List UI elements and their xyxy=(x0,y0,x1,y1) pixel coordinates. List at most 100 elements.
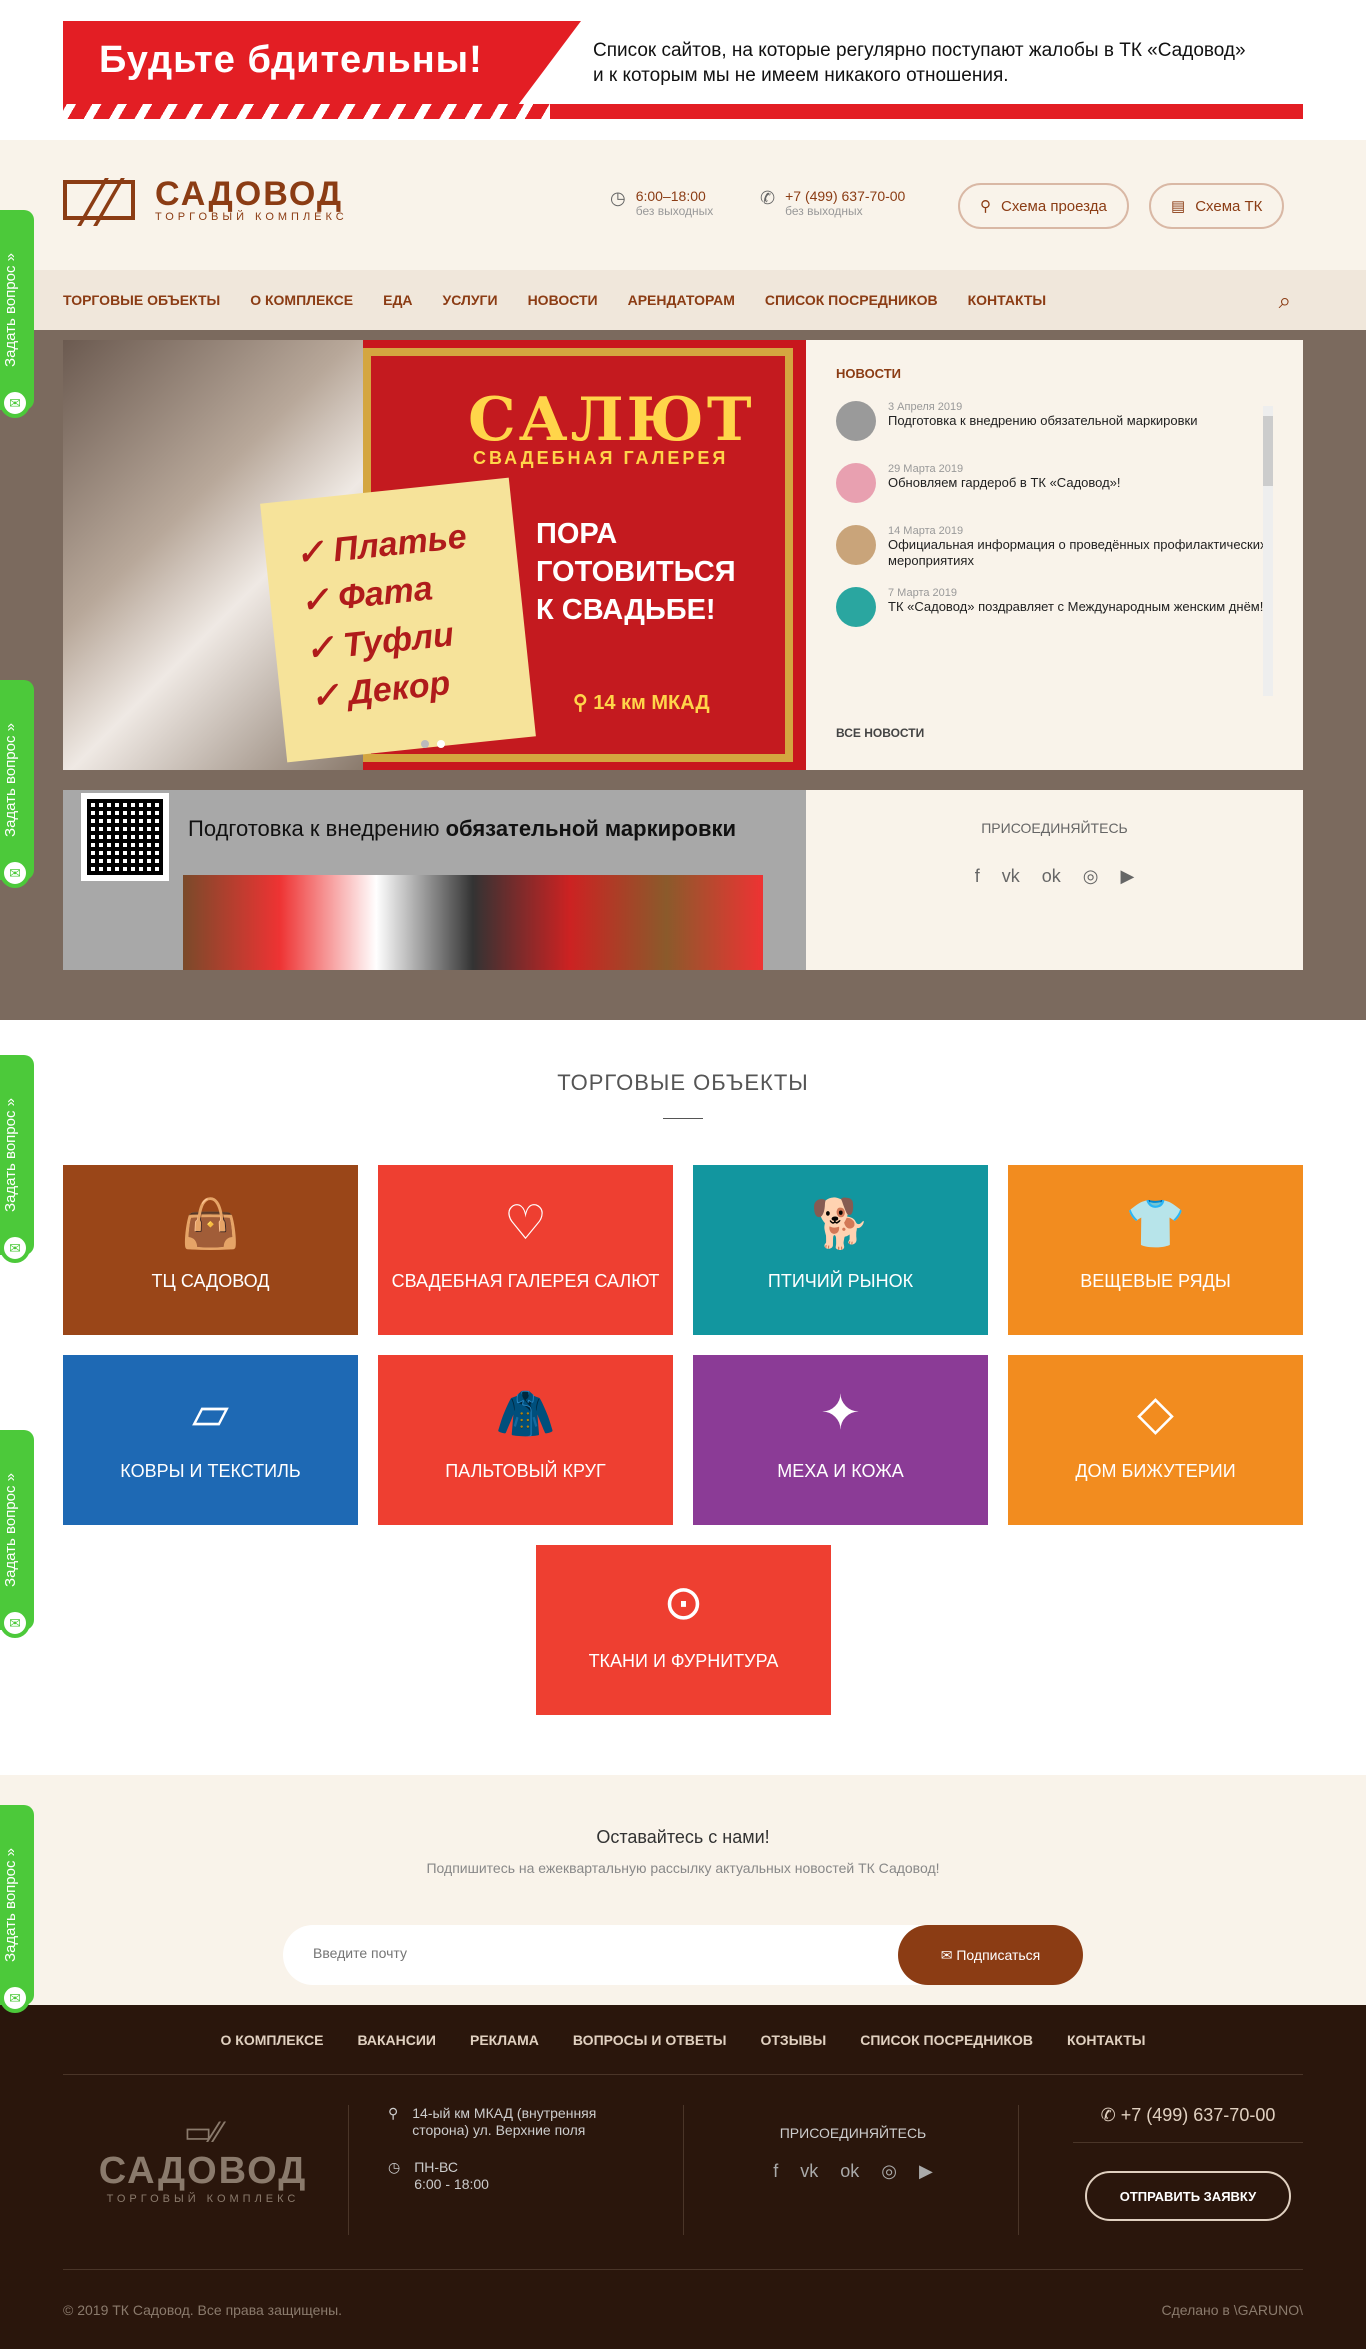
nav-item-tenants[interactable]: АРЕНДАТОРАМ xyxy=(628,292,735,308)
tile-label: ДОМ БИЖУТЕРИИ xyxy=(1075,1461,1236,1481)
ask-question-label: Задать вопрос » xyxy=(2,1473,19,1587)
news-item[interactable]: 3 Апреля 2019 Подготовка к внедрению обяз… xyxy=(836,401,1273,445)
facebook-icon[interactable]: f xyxy=(773,2161,778,2182)
tile-jewelry[interactable]: ◇ ДОМ БИЖУТЕРИИ xyxy=(1008,1355,1303,1525)
nav-item-about[interactable]: О КОМПЛЕКСЕ xyxy=(250,292,353,308)
odnoklassniki-icon[interactable]: ok xyxy=(1042,866,1061,887)
ask-question-label: Задать вопрос » xyxy=(2,1098,19,1212)
scheme-button[interactable]: ▤ Схема ТК xyxy=(1149,183,1285,229)
footer-nav-about[interactable]: О КОМПЛЕКСЕ xyxy=(221,2032,324,2048)
tile-salut[interactable]: ♡ СВАДЕБНАЯ ГАЛЕРЕЯ САЛЮТ xyxy=(378,1165,673,1335)
news-date: 14 Марта 2019 xyxy=(888,525,964,537)
envelope-icon: ✉ xyxy=(0,1233,30,1263)
news-thumbnail xyxy=(836,525,876,565)
tile-coats[interactable]: 🧥 ПАЛЬТОВЫЙ КРУГ xyxy=(378,1355,673,1525)
footer-divider xyxy=(1018,2105,1019,2235)
slider-dots xyxy=(421,740,445,748)
news-heading: НОВОСТИ xyxy=(836,366,902,381)
site-header: САДОВОД ТОРГОВЫЙ КОМПЛЕКС ◷ 6:00–18:00 бе… xyxy=(0,140,1366,270)
site-logo[interactable]: САДОВОД ТОРГОВЫЙ КОМПЛЕКС xyxy=(63,177,348,223)
vk-icon[interactable]: vk xyxy=(1002,866,1020,887)
nav-item-contacts[interactable]: КОНТАКТЫ xyxy=(968,292,1046,308)
promo-banner[interactable]: Подготовка к внедрению обязательной марк… xyxy=(63,790,806,970)
alert-text-line2: и к которым мы не имеем никакого отношен… xyxy=(593,65,1009,86)
news-thumbnail xyxy=(836,463,876,503)
tile-label: МЕХА И КОЖА xyxy=(777,1461,904,1481)
tile-fabrics[interactable]: ⊙ ТКАНИ И ФУРНИТУРА xyxy=(536,1545,831,1715)
tile-fur-leather[interactable]: ✦ МЕХА И КОЖА xyxy=(693,1355,988,1525)
slider-dot-active[interactable] xyxy=(437,740,445,748)
copyright: © 2019 ТК Садовод. Все права защищены. xyxy=(63,2301,343,2318)
promo-text-plain: Подготовка к внедрению xyxy=(188,816,446,841)
search-icon[interactable]: ⌕ xyxy=(1279,288,1291,314)
ask-question-widget[interactable]: Задать вопрос » ✉ xyxy=(0,210,34,418)
footer-logo[interactable]: ▭⁄⁄ САДОВОД ТОРГОВЫЙ КОМПЛЕКС xyxy=(93,2115,313,2245)
nav-item-food[interactable]: ЕДА xyxy=(383,292,412,308)
subscribe-button[interactable]: ✉ Подписаться xyxy=(898,1925,1083,1985)
slide-message-line: К СВАДЬБЕ! xyxy=(536,594,716,626)
tile-carpets[interactable]: ▱ КОВРЫ И ТЕКСТИЛЬ xyxy=(63,1355,358,1525)
news-item[interactable]: 29 Марта 2019 Обновляем гардероб в ТК «Са… xyxy=(836,463,1273,507)
nav-item-objects[interactable]: ТОРГОВЫЕ ОБЪЕКТЫ xyxy=(63,292,220,308)
phone-icon: ✆ xyxy=(1100,2105,1121,2125)
ask-question-widget[interactable]: Задать вопрос » ✉ xyxy=(0,1430,34,1638)
tile-bird-market[interactable]: 🐕 ПТИЧИЙ РЫНОК xyxy=(693,1165,988,1335)
footer-nav-contacts[interactable]: КОНТАКТЫ xyxy=(1067,2032,1145,2048)
footer-nav-vacancies[interactable]: ВАКАНСИИ xyxy=(357,2032,436,2048)
nav-item-news[interactable]: НОВОСТИ xyxy=(528,292,598,308)
scheme-button-label: Схема ТК xyxy=(1195,197,1263,215)
news-title[interactable]: Официальная информация о проведённых про… xyxy=(888,537,1273,569)
developer-credit[interactable]: Сделано в \GARUNO\ xyxy=(1161,2302,1303,2318)
alert-headline: Будьте бдительны! xyxy=(99,39,483,81)
footer-phone-number[interactable]: +7 (499) 637-70-00 xyxy=(1121,2105,1276,2125)
news-title[interactable]: ТК «Садовод» поздравляет с Международным… xyxy=(888,599,1263,615)
youtube-icon[interactable]: ▶ xyxy=(919,2161,933,2182)
tile-label: ПАЛЬТОВЫЙ КРУГ xyxy=(445,1461,606,1481)
footer-nav-ads[interactable]: РЕКЛАМА xyxy=(470,2032,539,2048)
footer-logo-mark-icon: ▭⁄⁄ xyxy=(183,2116,223,2149)
route-button[interactable]: ⚲ Схема проезда xyxy=(958,183,1129,229)
news-title[interactable]: Подготовка к внедрению обязательной марк… xyxy=(888,413,1197,429)
join-heading: ПРИСОЕДИНЯЙТЕСЬ xyxy=(981,820,1128,836)
envelope-icon: ✉ xyxy=(0,1983,30,2013)
header-phone[interactable]: ✆ +7 (499) 637-70-00 без выходных xyxy=(760,188,905,218)
tile-tc-sadovod[interactable]: 👜 ТЦ САДОВОД xyxy=(63,1165,358,1335)
instagram-icon[interactable]: ◎ xyxy=(1083,866,1099,887)
news-item[interactable]: 14 Марта 2019 Официальная информация о пр… xyxy=(836,525,1273,569)
working-hours: ◷ 6:00–18:00 без выходных xyxy=(610,188,713,218)
vk-icon[interactable]: vk xyxy=(800,2161,818,2182)
alert-banner[interactable]: Будьте бдительны! Список сайтов, на кото… xyxy=(0,0,1366,140)
subscribe-heading: Оставайтесь с нами! xyxy=(596,1827,770,1847)
hero-slider[interactable]: САЛЮТ СВАДЕБНАЯ ГАЛЕРЕЯ ✓ Платье ✓ Фата … xyxy=(63,340,806,770)
email-input[interactable] xyxy=(313,1945,853,1961)
ask-question-widget[interactable]: Задать вопрос » ✉ xyxy=(0,1055,34,1263)
tile-clothing[interactable]: 👕 ВЕЩЕВЫЕ РЯДЫ xyxy=(1008,1165,1303,1335)
news-item[interactable]: 7 Марта 2019 ТК «Садовод» поздравляет с М… xyxy=(836,587,1273,631)
coat-icon: 🧥 xyxy=(495,1388,556,1441)
footer-phone[interactable]: ✆ +7 (499) 637-70-00 xyxy=(1073,2105,1303,2143)
phone-value[interactable]: +7 (499) 637-70-00 xyxy=(785,188,905,204)
odnoklassniki-icon[interactable]: ok xyxy=(840,2161,859,2182)
diamond-icon: ◇ xyxy=(1137,1387,1174,1440)
news-scrollbar-thumb[interactable] xyxy=(1263,416,1273,486)
tile-label: ТКАНИ И ФУРНИТУРА xyxy=(588,1651,779,1671)
news-title[interactable]: Обновляем гардероб в ТК «Садовод»! xyxy=(888,475,1121,491)
hours-note: без выходных xyxy=(635,204,714,218)
ask-question-widget[interactable]: Задать вопрос » ✉ xyxy=(0,1805,34,2013)
slide-title: САЛЮТ xyxy=(468,385,755,455)
slider-dot[interactable] xyxy=(421,740,429,748)
youtube-icon[interactable]: ▶ xyxy=(1120,866,1134,887)
nav-item-intermediaries[interactable]: СПИСОК ПОСРЕДНИКОВ xyxy=(765,292,938,308)
nav-item-services[interactable]: УСЛУГИ xyxy=(443,292,498,308)
instagram-icon[interactable]: ◎ xyxy=(881,2161,897,2182)
ask-question-widget[interactable]: Задать вопрос » ✉ xyxy=(0,680,34,888)
send-request-button[interactable]: ОТПРАВИТЬ ЗАЯВКУ xyxy=(1085,2171,1291,2221)
news-scrollbar[interactable] xyxy=(1263,406,1273,696)
footer-nav: О КОМПЛЕКСЕ ВАКАНСИИ РЕКЛАМА ВОПРОСЫ И О… xyxy=(63,2005,1303,2075)
footer-nav-reviews[interactable]: ОТЗЫВЫ xyxy=(760,2032,826,2048)
facebook-icon[interactable]: f xyxy=(975,866,980,887)
footer-nav-intermediaries[interactable]: СПИСОК ПОСРЕДНИКОВ xyxy=(860,2032,1033,2048)
promo-text: Подготовка к внедрению обязательной марк… xyxy=(188,816,736,842)
all-news-link[interactable]: ВСЕ НОВОСТИ xyxy=(836,726,924,740)
footer-nav-faq[interactable]: ВОПРОСЫ И ОТВЕТЫ xyxy=(573,2032,727,2048)
